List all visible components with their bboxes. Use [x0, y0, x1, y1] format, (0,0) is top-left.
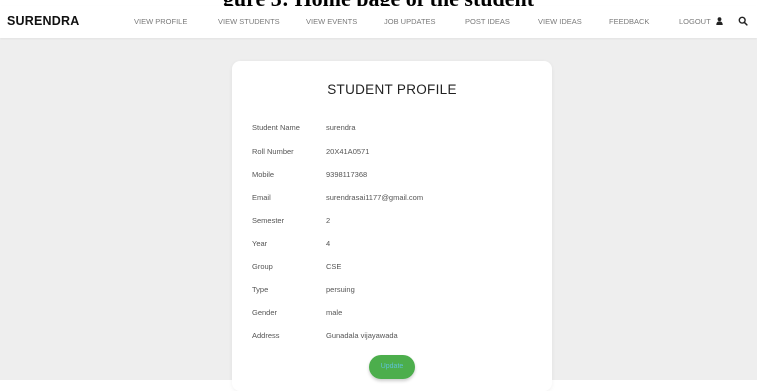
search-icon[interactable]	[738, 16, 748, 26]
field-label: Type	[252, 285, 269, 294]
profile-row-roll-number: Roll Number 20X41A0571	[232, 147, 552, 159]
nav-post-ideas[interactable]: POST IDEAS	[465, 17, 510, 26]
field-label: Address	[252, 331, 280, 340]
field-label: Gender	[252, 308, 278, 317]
brand-name[interactable]: SURENDRA	[7, 14, 79, 28]
field-value: 20X41A0571	[326, 147, 370, 156]
nav-view-profile[interactable]: VIEW PROFILE	[134, 17, 187, 26]
profile-title: STUDENT PROFILE	[327, 82, 457, 97]
field-value: surendrasai1177@gmail.com	[326, 193, 424, 202]
nav-feedback[interactable]: FEEDBACK	[609, 17, 649, 26]
profile-row-mobile: Mobile 9398117368	[232, 170, 552, 182]
field-label: Mobile	[252, 170, 275, 179]
nav-job-updates[interactable]: JOB UPDATES	[384, 17, 436, 26]
field-value: 9398117368	[326, 170, 368, 179]
field-label: Group	[252, 262, 273, 271]
nav-logout-label: LOGOUT	[679, 17, 711, 26]
field-value: 4	[326, 239, 331, 248]
field-value: CSE	[326, 262, 342, 271]
field-label: Email	[252, 193, 271, 202]
profile-row-gender: Gender male	[232, 308, 552, 320]
field-label: Student Name	[252, 123, 300, 132]
nav-view-ideas[interactable]: VIEW IDEAS	[538, 17, 582, 26]
profile-row-type: Type persuing	[232, 285, 552, 297]
field-value: persuing	[326, 285, 355, 294]
field-label: Semester	[252, 216, 285, 225]
student-profile-card: STUDENT PROFILE Student Name surendra Ro…	[232, 61, 552, 391]
profile-row-address: Address Gunadala vijayawada	[232, 331, 552, 343]
field-value: surendra	[326, 123, 356, 132]
profile-row-email: Email surendrasai1177@gmail.com	[232, 193, 552, 205]
profile-row-year: Year 4	[232, 239, 552, 251]
profile-row-student-name: Student Name surendra	[232, 123, 552, 135]
field-label: Roll Number	[252, 147, 294, 156]
top-navbar: SURENDRA VIEW PROFILE VIEW STUDENTS VIEW…	[0, 6, 757, 38]
app-window: SURENDRA VIEW PROFILE VIEW STUDENTS VIEW…	[0, 6, 757, 391]
field-value: Gunadala vijayawada	[326, 331, 398, 340]
nav-view-students[interactable]: VIEW STUDENTS	[218, 17, 280, 26]
nav-logout[interactable]: LOGOUT	[679, 17, 723, 26]
field-value: male	[326, 308, 343, 317]
field-label: Year	[252, 239, 268, 248]
profile-row-group: Group CSE	[232, 262, 552, 274]
update-button[interactable]: Update	[369, 355, 415, 379]
profile-row-semester: Semester 2	[232, 216, 552, 228]
user-icon	[715, 17, 723, 25]
nav-view-events[interactable]: VIEW EVENTS	[306, 17, 357, 26]
field-value: 2	[326, 216, 331, 225]
